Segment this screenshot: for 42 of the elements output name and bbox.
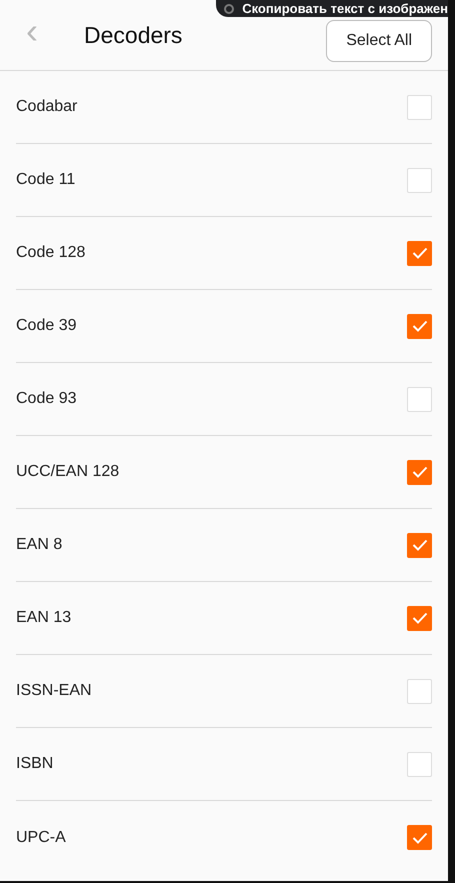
- decoder-label: ISBN: [16, 754, 54, 774]
- checkbox[interactable]: [407, 532, 432, 558]
- select-all-button[interactable]: Select All: [326, 20, 432, 62]
- decoder-label: Code 93: [16, 389, 76, 409]
- checkbox[interactable]: [407, 460, 432, 484]
- checkbox[interactable]: [407, 94, 432, 120]
- decoder-row[interactable]: ISBN: [16, 728, 432, 801]
- checkbox[interactable]: [407, 240, 432, 266]
- decoder-row[interactable]: Code 93: [16, 363, 432, 436]
- checkmark-icon: [412, 466, 428, 478]
- checkmark-icon: [412, 247, 428, 259]
- decoder-row[interactable]: UCC/EAN 128: [16, 436, 432, 509]
- decoder-row[interactable]: Code 128: [16, 217, 432, 290]
- decoder-row[interactable]: Codabar: [16, 71, 432, 144]
- checkmark-icon: [412, 539, 428, 551]
- decoder-row[interactable]: Code 39: [16, 290, 432, 363]
- decoder-label: Code 128: [16, 243, 86, 263]
- checkbox[interactable]: [407, 606, 432, 630]
- checkbox[interactable]: [407, 678, 432, 704]
- decoder-row[interactable]: EAN 8: [16, 509, 432, 582]
- checkbox[interactable]: [407, 314, 432, 338]
- checkbox[interactable]: [407, 168, 432, 192]
- decoder-row[interactable]: UPC-A: [16, 801, 432, 874]
- decoder-row[interactable]: EAN 13: [16, 582, 432, 655]
- decoder-label: Code 11: [16, 170, 76, 190]
- decoder-label: Code 39: [16, 316, 76, 336]
- checkmark-icon: [412, 832, 428, 844]
- decoder-row[interactable]: ISSN-EAN: [16, 655, 432, 728]
- checkbox[interactable]: [407, 752, 432, 776]
- decoder-row[interactable]: Code 11: [16, 144, 432, 217]
- toast-text: Скопировать текст с изображен: [242, 0, 448, 18]
- checkbox[interactable]: [407, 825, 432, 850]
- checkbox[interactable]: [407, 386, 432, 412]
- decoder-label: EAN 13: [16, 608, 72, 628]
- checkmark-icon: [412, 320, 428, 332]
- decoder-label: UCC/EAN 128: [16, 462, 120, 482]
- checkmark-icon: [412, 612, 428, 624]
- decoder-label: UPC-A: [16, 828, 66, 848]
- page-title: Decoders: [84, 20, 182, 50]
- decoder-label: EAN 8: [16, 535, 62, 555]
- decoder-label: Codabar: [16, 97, 78, 117]
- decoder-label: ISSN-EAN: [16, 681, 92, 701]
